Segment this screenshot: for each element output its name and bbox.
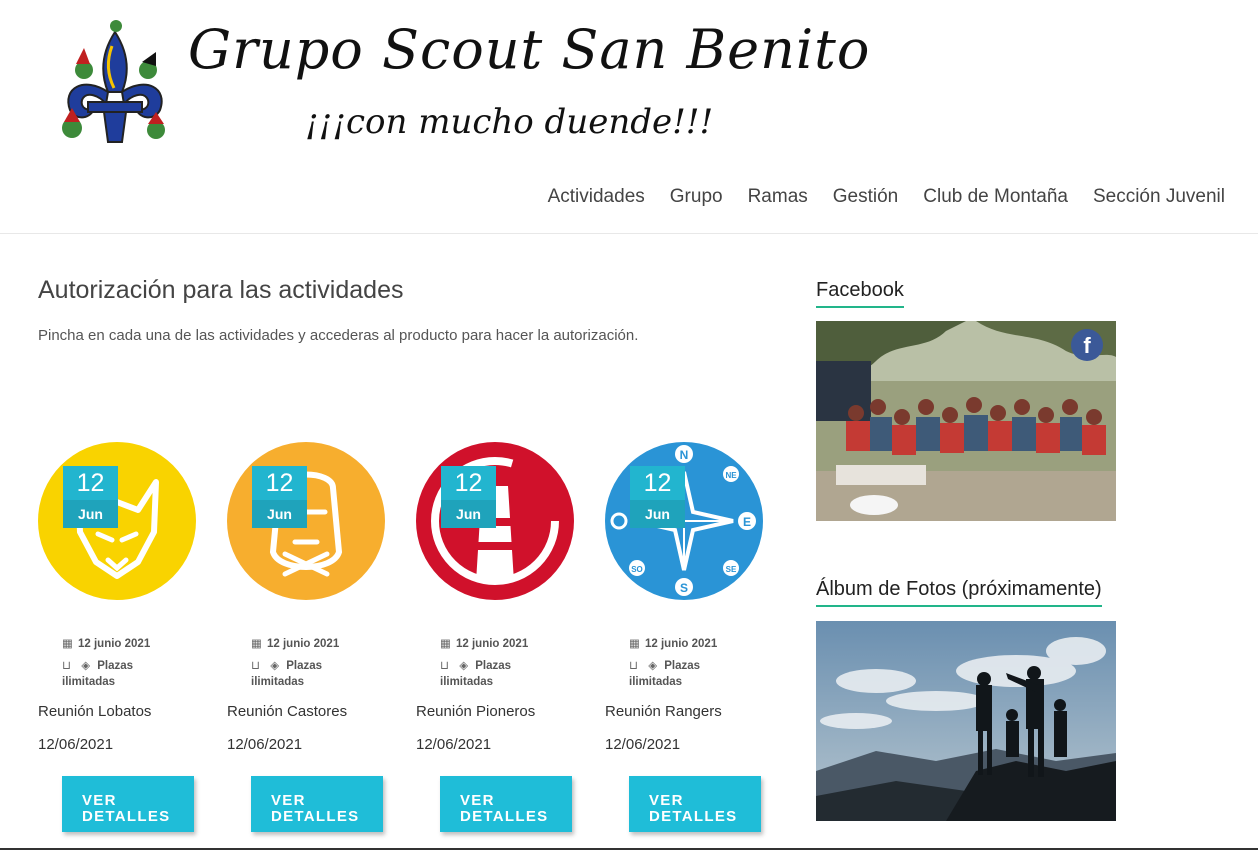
- date-badge-day: 12: [76, 469, 105, 497]
- calendar-icon: ▦: [629, 638, 640, 650]
- product-card: N NE E SE S SO 12 Jun ▦ 12 junio 2021 ⊔ ◈…: [605, 440, 770, 832]
- calendar-icon: ▦: [62, 638, 73, 650]
- calendar-icon: ▦: [440, 638, 451, 650]
- product-name[interactable]: Reunión Lobatos: [38, 703, 151, 720]
- compass-so: SO: [631, 565, 643, 574]
- ver-detalles-button[interactable]: VER DETALLES: [629, 776, 761, 832]
- compass-n: N: [680, 448, 689, 462]
- product-name[interactable]: Reunión Castores: [227, 703, 347, 720]
- compass-ne: NE: [725, 471, 737, 480]
- date-badge-day: 12: [265, 469, 294, 497]
- product-date-text: 12 junio 2021: [645, 638, 718, 650]
- facebook-photo[interactable]: f: [816, 321, 1116, 521]
- group-photo-image: [816, 321, 1116, 521]
- product-meta: ▦ 12 junio 2021 ⊔ ◈ Plazas ilimitadas: [629, 633, 759, 693]
- date-badge-day: 12: [643, 469, 672, 497]
- product-price: 12/06/2021: [227, 736, 303, 753]
- date-badge-day: 12: [454, 469, 483, 497]
- compass-se: SE: [726, 565, 737, 574]
- ver-detalles-button[interactable]: VER DETALLES: [251, 776, 383, 832]
- date-badge-month: Jun: [252, 500, 307, 528]
- product-card: 12 Jun ▦ 12 junio 2021 ⊔ ◈ Plazas ilimitad…: [227, 440, 392, 832]
- nav-item-grupo[interactable]: Grupo: [670, 186, 723, 208]
- site-tagline: ¡¡¡con mucho duende!!!: [305, 102, 714, 142]
- facebook-icon[interactable]: f: [1071, 329, 1103, 361]
- ver-detalles-button[interactable]: VER DETALLES: [440, 776, 572, 832]
- product-date-text: 12 junio 2021: [456, 638, 529, 650]
- product-price: 12/06/2021: [605, 736, 681, 753]
- date-badge-month: Jun: [441, 500, 496, 528]
- product-card: 12 Jun ▦ 12 junio 2021 ⊔ ◈ Plazas ilimitad…: [416, 440, 581, 832]
- product-date-text: 12 junio 2021: [267, 638, 340, 650]
- site-header: Grupo Scout San Benito ¡¡¡con mucho duen…: [0, 0, 1258, 234]
- main-navigation: Actividades Grupo Ramas Gestión Club de …: [548, 186, 1225, 208]
- date-badge-month: Jun: [630, 500, 685, 528]
- site-title[interactable]: Grupo Scout San Benito: [188, 18, 870, 81]
- nav-item-gestion[interactable]: Gestión: [833, 186, 898, 208]
- ver-detalles-button[interactable]: VER DETALLES: [62, 776, 194, 832]
- page-intro: Pincha en cada una de las actividades y …: [38, 327, 639, 344]
- mountain-silhouette-image: [816, 621, 1116, 821]
- product-thumbnail[interactable]: 12 Jun: [38, 440, 198, 600]
- product-price: 12/06/2021: [416, 736, 492, 753]
- scout-fleur-de-lis-logo[interactable]: [44, 18, 186, 160]
- album-photo[interactable]: [816, 621, 1116, 821]
- product-name[interactable]: Reunión Rangers: [605, 703, 722, 720]
- page-title: Autorización para las actividades: [38, 276, 404, 304]
- product-date-text: 12 junio 2021: [78, 638, 151, 650]
- product-meta: ▦ 12 junio 2021 ⊔ ◈ Plazas ilimitadas: [62, 633, 192, 693]
- product-card: 12 Jun ▦ 12 junio 2021 ⊔ ◈ Plazas ilimitad…: [38, 440, 203, 832]
- nav-item-seccion-juvenil[interactable]: Sección Juvenil: [1093, 186, 1225, 208]
- date-badge: 12 Jun: [252, 466, 307, 528]
- product-name[interactable]: Reunión Pioneros: [416, 703, 535, 720]
- album-widget-title: Álbum de Fotos (próximamente): [816, 578, 1102, 607]
- compass-s: S: [680, 581, 688, 595]
- date-badge-month: Jun: [63, 500, 118, 528]
- nav-item-club-de-montana[interactable]: Club de Montaña: [923, 186, 1068, 208]
- compass-e: E: [743, 515, 751, 529]
- product-thumbnail[interactable]: N NE E SE S SO 12 Jun: [605, 440, 765, 600]
- product-meta: ▦ 12 junio 2021 ⊔ ◈ Plazas ilimitadas: [440, 633, 570, 693]
- calendar-icon: ▦: [251, 638, 262, 650]
- product-thumbnail[interactable]: 12 Jun: [416, 440, 576, 600]
- product-price: 12/06/2021: [38, 736, 114, 753]
- date-badge: 12 Jun: [630, 466, 685, 528]
- date-badge: 12 Jun: [63, 466, 118, 528]
- nav-item-ramas[interactable]: Ramas: [748, 186, 808, 208]
- nav-item-actividades[interactable]: Actividades: [548, 186, 645, 208]
- product-thumbnail[interactable]: 12 Jun: [227, 440, 387, 600]
- facebook-widget-title: Facebook: [816, 279, 904, 308]
- product-meta: ▦ 12 junio 2021 ⊔ ◈ Plazas ilimitadas: [251, 633, 381, 693]
- date-badge: 12 Jun: [441, 466, 496, 528]
